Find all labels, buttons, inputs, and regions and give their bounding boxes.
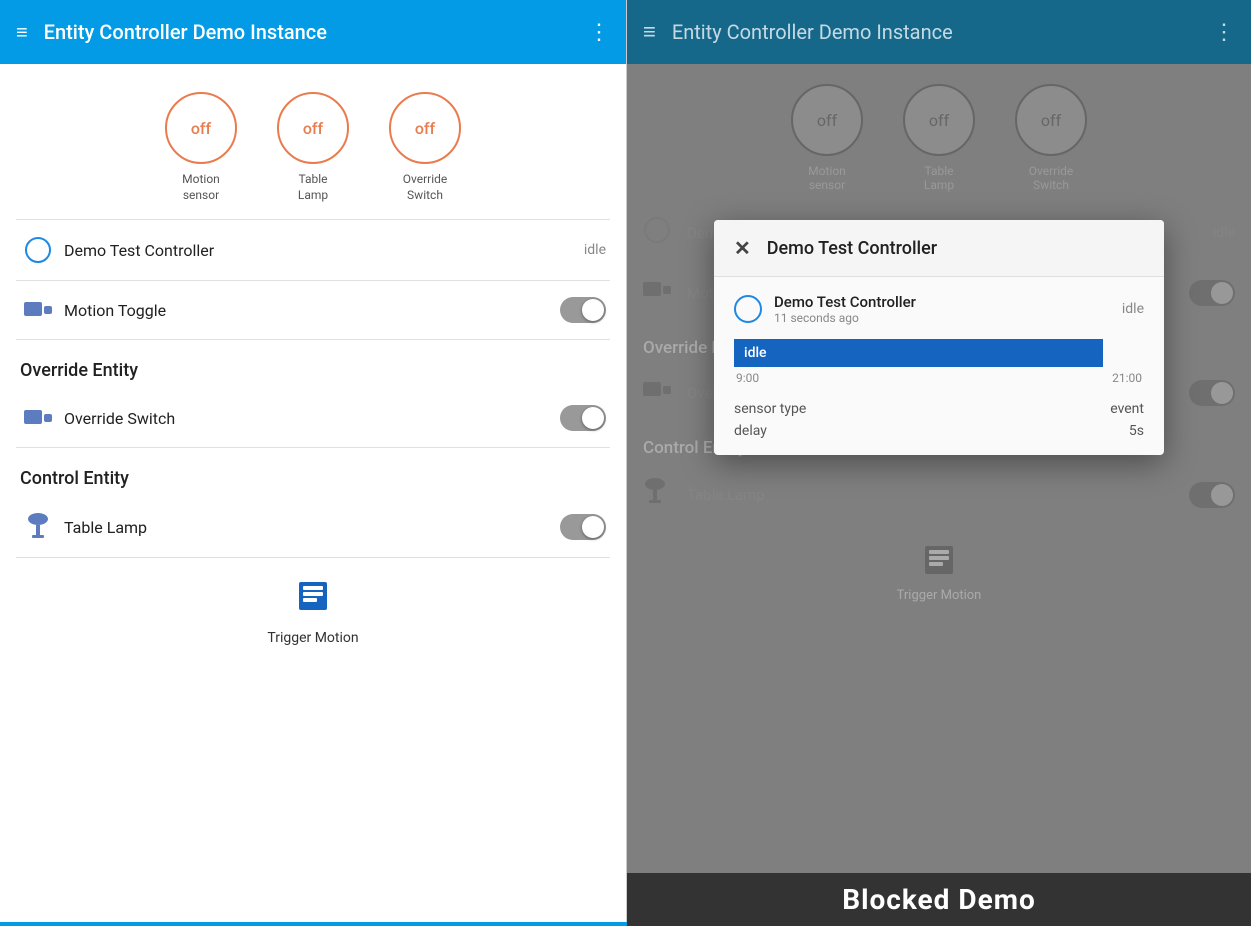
bar-times: 9:00 21:00 [734, 371, 1144, 385]
modal-entity-info: Demo Test Controller 11 seconds ago [774, 293, 1110, 325]
controller-row[interactable]: Demo Test Controller idle [0, 220, 626, 280]
modal-meta-sensor-key: sensor type [734, 401, 806, 417]
modal-meta-delay: delay 5s [734, 423, 1144, 439]
table-lamp-toggle[interactable] [560, 514, 606, 540]
control-section-header: Control Entity [0, 448, 626, 497]
left-circle-motion-label: Motionsensor [182, 172, 220, 203]
modal-entity-row: Demo Test Controller 11 seconds ago idle [734, 293, 1144, 325]
table-lamp-label: Table Lamp [64, 518, 560, 537]
modal-entity-time: 11 seconds ago [774, 311, 1110, 325]
left-status-circles: off Motionsensor off TableLamp off Overr… [0, 64, 626, 219]
left-more-icon[interactable]: ⋮ [588, 20, 610, 45]
override-section-header: Override Entity [0, 340, 626, 389]
left-circle-lamp-badge[interactable]: off [277, 92, 349, 164]
modal-entity-status: idle [1122, 301, 1144, 317]
modal-meta-delay-value: 5s [1129, 423, 1144, 439]
left-circle-lamp: off TableLamp [277, 92, 349, 203]
trigger-motion-button[interactable]: Trigger Motion [0, 558, 626, 666]
left-circle-override-label: OverrideSwitch [403, 172, 448, 203]
override-switch-icon [20, 406, 56, 430]
modal-metadata: sensor type event delay 5s [734, 401, 1144, 439]
modal-header: ✕ Demo Test Controller [714, 220, 1164, 277]
left-circle-motion: off Motionsensor [165, 92, 237, 203]
modal-title: Demo Test Controller [767, 238, 937, 259]
controller-status: idle [584, 242, 606, 258]
override-switch-row: Override Switch [0, 389, 626, 447]
controller-name: Demo Test Controller [64, 241, 584, 260]
modal-entity-name: Demo Test Controller [774, 293, 1110, 311]
override-toggle-switch[interactable] [560, 405, 606, 431]
motion-toggle-row: Motion Toggle [0, 281, 626, 339]
left-circle-override-badge[interactable]: off [389, 92, 461, 164]
idle-bar-container: idle 9:00 21:00 [734, 339, 1144, 385]
left-circle-motion-badge[interactable]: off [165, 92, 237, 164]
motion-toggle-icon [20, 298, 56, 322]
left-app-bar: ≡ Entity Controller Demo Instance ⋮ [0, 0, 626, 64]
hamburger-icon[interactable]: ≡ [16, 20, 28, 45]
modal-overlay: ✕ Demo Test Controller Demo Test Control… [627, 0, 1251, 926]
left-circle-lamp-label: TableLamp [298, 172, 328, 203]
motion-toggle-switch[interactable] [560, 297, 606, 323]
trigger-motion-icon [295, 578, 331, 622]
right-panel: ≡ Entity Controller Demo Instance ⋮ off … [627, 0, 1251, 926]
modal-meta-sensor-value: event [1110, 401, 1144, 417]
modal-meta-sensor-type: sensor type event [734, 401, 1144, 417]
controller-icon [20, 236, 56, 264]
override-switch-label: Override Switch [64, 409, 560, 428]
left-panel: ≡ Entity Controller Demo Instance ⋮ off … [0, 0, 627, 926]
trigger-motion-label: Trigger Motion [267, 630, 358, 646]
left-circle-override: off OverrideSwitch [389, 92, 461, 203]
bottom-bar [0, 922, 627, 926]
idle-bar: idle [734, 339, 1103, 367]
modal-entity-circle [734, 295, 762, 323]
modal-card: ✕ Demo Test Controller Demo Test Control… [714, 220, 1164, 455]
bar-time-end: 21:00 [1112, 371, 1142, 385]
motion-toggle-label: Motion Toggle [64, 301, 560, 320]
modal-meta-delay-key: delay [734, 423, 767, 439]
table-lamp-icon [20, 513, 56, 541]
bar-time-start: 9:00 [736, 371, 759, 385]
modal-close-button[interactable]: ✕ [734, 236, 751, 260]
table-lamp-row: Table Lamp [0, 497, 626, 557]
modal-body: Demo Test Controller 11 seconds ago idle… [714, 277, 1164, 455]
left-app-bar-title: Entity Controller Demo Instance [44, 20, 588, 44]
